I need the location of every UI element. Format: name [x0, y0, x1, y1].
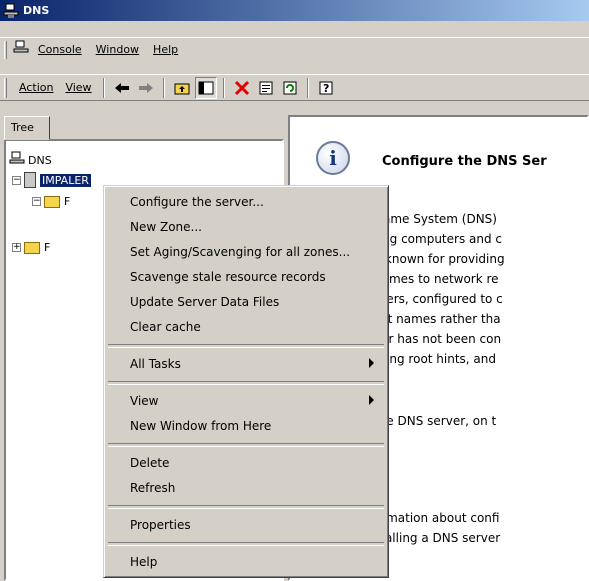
tree-item-server[interactable]: − IMPALER — [12, 172, 91, 188]
tree-item-label: IMPALER — [40, 173, 91, 187]
body-text-line: ver has not been con — [374, 332, 502, 346]
body-text-line: the DNS server, on t — [374, 414, 497, 428]
menu-bar: Console Window Help — [0, 37, 589, 61]
menu-item-scavenge[interactable]: Scavenge stale resource records — [106, 264, 386, 289]
tree-item-dns[interactable]: DNS — [9, 151, 52, 170]
tree-item-zone-1[interactable]: − F — [32, 195, 70, 208]
menu-separator — [106, 438, 386, 450]
menu-item-clear-cache[interactable]: Clear cache — [106, 314, 386, 339]
menu-item-view[interactable]: View — [106, 388, 386, 413]
menu-item-all-tasks[interactable]: All Tasks — [106, 351, 386, 376]
server-icon — [24, 172, 36, 188]
body-text-line: Name System (DNS) — [374, 212, 497, 226]
back-arrow-icon[interactable] — [111, 77, 133, 99]
menu-item-new-zone[interactable]: New Zone... — [106, 214, 386, 239]
window-title: DNS — [23, 4, 50, 17]
menu-item-configure-server[interactable]: Configure the server... — [106, 189, 386, 214]
menu-help[interactable]: Help — [146, 41, 185, 58]
tree-item-label: F — [64, 195, 71, 208]
menu-separator — [106, 537, 386, 549]
menu-item-properties[interactable]: Properties — [106, 512, 386, 537]
dns-root-icon — [9, 151, 25, 170]
menu-separator — [106, 500, 386, 512]
menu-item-update-files[interactable]: Update Server Data Files — [106, 289, 386, 314]
menu-item-label: View — [130, 393, 159, 408]
folder-icon — [24, 241, 40, 254]
menu-window[interactable]: Window — [89, 41, 146, 58]
body-text-line: names to network re — [374, 272, 499, 286]
title-bar: DNS — [0, 0, 589, 21]
menu-separator — [106, 339, 386, 351]
svg-text:?: ? — [323, 82, 329, 95]
tree-item-label: DNS — [28, 154, 52, 167]
toolbar-separator — [102, 77, 105, 98]
body-text-line: ting computers and c — [374, 232, 503, 246]
collapse-toggle[interactable]: − — [12, 175, 21, 185]
page-title: Configure the DNS Ser — [382, 154, 547, 169]
toolbar-separator — [306, 77, 309, 98]
body-text-line: uters, configured to c — [374, 292, 503, 306]
forward-arrow-icon[interactable] — [135, 77, 157, 99]
info-icon: i — [316, 141, 350, 175]
menu-item-label: All Tasks — [130, 356, 181, 371]
body-text-line: ating root hints, and — [374, 352, 497, 366]
dns-icon — [3, 3, 19, 19]
show-hide-tree-icon[interactable] — [194, 76, 217, 99]
tree-item-zone-2[interactable]: + F — [12, 241, 50, 254]
help-icon[interactable]: ? — [315, 77, 337, 99]
tree-item-label: F — [44, 241, 51, 254]
submenu-arrow-icon — [369, 395, 374, 405]
menu-item-delete[interactable]: Delete — [106, 450, 386, 475]
body-text-line: ost names rather tha — [374, 312, 501, 326]
body-text-line: ormation about confi — [374, 511, 500, 525]
context-menu: Configure the server... New Zone... Set … — [103, 185, 389, 578]
toolbar-separator — [222, 77, 225, 98]
body-text-line: y known for providing — [374, 252, 505, 266]
expand-toggle[interactable]: + — [12, 243, 21, 252]
collapse-toggle[interactable]: − — [32, 197, 41, 206]
menu-grip[interactable] — [4, 40, 7, 59]
toolbar-grip[interactable] — [4, 77, 7, 98]
folder-icon — [44, 195, 60, 208]
toolbar: Action View ? — [0, 74, 589, 101]
submenu-arrow-icon — [369, 358, 374, 368]
menu-item-help[interactable]: Help — [106, 549, 386, 574]
view-menu[interactable]: View — [59, 79, 97, 96]
menu-item-new-window[interactable]: New Window from Here — [106, 413, 386, 438]
delete-icon[interactable] — [231, 77, 253, 99]
toolbar-separator — [162, 77, 165, 98]
body-text-line: stalling a DNS server — [374, 531, 501, 545]
menu-item-set-aging[interactable]: Set Aging/Scavenging for all zones... — [106, 239, 386, 264]
console-icon — [13, 40, 29, 59]
properties-icon[interactable] — [255, 77, 277, 99]
menu-separator — [106, 376, 386, 388]
menu-console[interactable]: Console — [31, 41, 89, 58]
menu-item-refresh[interactable]: Refresh — [106, 475, 386, 500]
up-folder-icon[interactable] — [171, 77, 193, 99]
tab-tree[interactable]: Tree — [4, 116, 50, 140]
refresh-icon[interactable] — [279, 77, 301, 99]
action-menu[interactable]: Action — [13, 79, 59, 96]
